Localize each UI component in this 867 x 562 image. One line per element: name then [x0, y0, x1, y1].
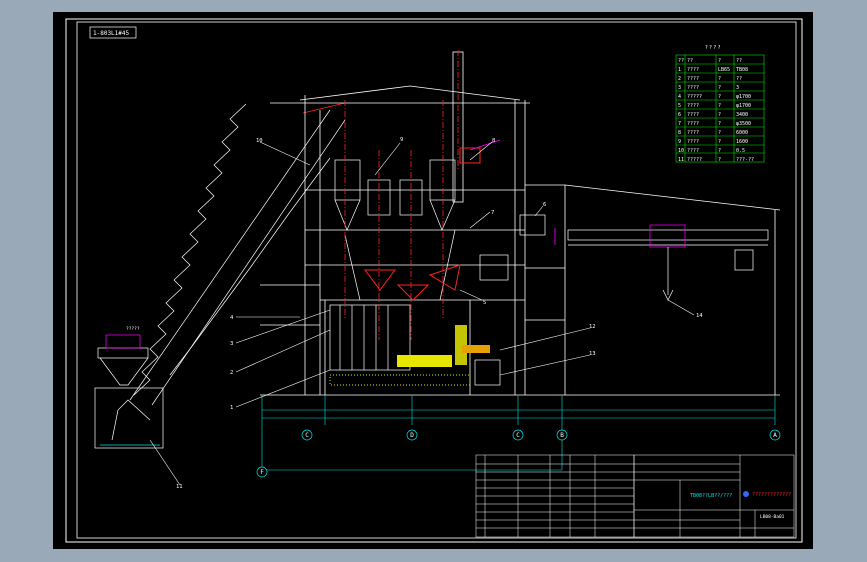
parts-table-header-cell: ??	[687, 58, 693, 64]
callout: 8	[492, 138, 495, 144]
parts-table-cell: ?	[718, 130, 721, 136]
parts-table-cell: 0.5	[736, 148, 745, 154]
callout: 11	[176, 484, 183, 490]
title-block-name: TB08??LB??/???	[690, 493, 732, 499]
parts-table-cell: 1	[678, 67, 681, 73]
parts-table-cell: 2	[678, 76, 681, 82]
parts-table-cell: 7	[678, 121, 681, 127]
parts-table-cell: 1600	[736, 139, 748, 145]
parts-table-cell: 3	[678, 85, 681, 91]
parts-table-cell: 3	[736, 85, 739, 91]
parts-table-cell: ?????	[687, 157, 702, 163]
parts-table-cell: φ1700	[736, 94, 751, 100]
parts-table-header-cell: ??	[736, 58, 742, 64]
parts-table-cell: 6	[678, 112, 681, 118]
parts-table-cell: 3400	[736, 112, 748, 118]
parts-table-cell: φ3500	[736, 121, 751, 127]
parts-table-cell: ?????	[687, 94, 702, 100]
parts-table-cell: LB65	[718, 67, 730, 73]
parts-table-cell: ???-??	[736, 157, 754, 163]
axis-label: F	[260, 469, 264, 476]
parts-table-cell: 8	[678, 130, 681, 136]
title-block-drawing-no: LB08-Ba01	[760, 514, 785, 520]
parts-table-header-cell: ?	[718, 58, 721, 64]
callout: 3	[230, 341, 233, 347]
axis-label: C	[305, 432, 309, 439]
parts-table-cell: ????	[687, 103, 699, 109]
company-logo	[743, 491, 749, 497]
callout: 7	[491, 210, 494, 216]
parts-table-header-cell: ??	[678, 58, 684, 64]
parts-table-cell: ????	[687, 85, 699, 91]
parts-table-cell: 10	[678, 148, 684, 154]
callout: 9	[400, 137, 403, 143]
callout: 13	[589, 351, 596, 357]
axis-label: C	[516, 432, 520, 439]
parts-table-cell: 4	[678, 94, 681, 100]
parts-table-cell: ?	[718, 85, 721, 91]
axis-label: A	[773, 432, 777, 439]
parts-table-cell: ????	[687, 121, 699, 127]
hopper-label: ?????	[126, 326, 140, 332]
axis-label: B	[560, 432, 564, 439]
cad-drawing-sheet: 1-803L1#45 ? ? ? ? ????? ??1???? LB65 TB082…	[53, 12, 813, 549]
parts-table-cell: φ1700	[736, 103, 751, 109]
parts-table-cell: TB08	[736, 67, 748, 73]
parts-table-cell: 9	[678, 139, 681, 145]
parts-table-cell: ????	[687, 130, 699, 136]
drawing-canvas	[53, 12, 813, 549]
callout: 12	[589, 324, 596, 330]
parts-table-cell: ??	[736, 76, 742, 82]
parts-table-cell: ?	[718, 121, 721, 127]
parts-table-cell: ?	[718, 94, 721, 100]
parts-table-cell: ?	[718, 157, 721, 163]
parts-table-cell: ?	[718, 103, 721, 109]
parts-table-cell: 6000	[736, 130, 748, 136]
callout: 1	[230, 405, 233, 411]
parts-table-cell: ????	[687, 112, 699, 118]
parts-table-cell: ????	[687, 76, 699, 82]
axis-label: D	[410, 432, 414, 439]
parts-table-cell: ?	[718, 76, 721, 82]
parts-table-cell: ????	[687, 148, 699, 154]
title-box-text: 1-803L1#45	[93, 30, 130, 37]
parts-table-cell: 11	[678, 157, 684, 163]
parts-table-cell: ?	[718, 148, 721, 154]
parts-table-cell: ?	[718, 139, 721, 145]
parts-table-cell: ????	[687, 139, 699, 145]
parts-table-cell: 5	[678, 103, 681, 109]
parts-table-cell: ?	[718, 112, 721, 118]
callout: 2	[230, 370, 233, 376]
callout: 6	[543, 202, 546, 208]
parts-table-heading: ? ? ? ?	[705, 45, 721, 51]
callout: 10	[256, 138, 263, 144]
title-block-company: ?????????????	[752, 492, 791, 498]
parts-table-cell: ????	[687, 67, 699, 73]
callout: 14	[696, 313, 703, 319]
callout: 5	[483, 300, 486, 306]
